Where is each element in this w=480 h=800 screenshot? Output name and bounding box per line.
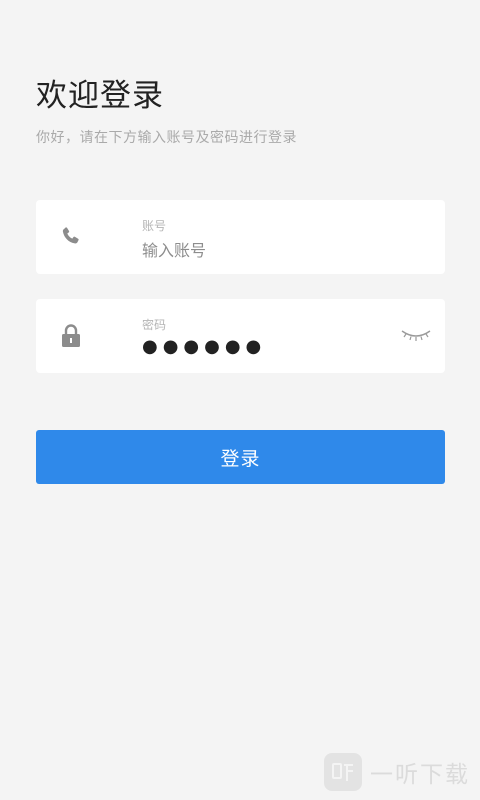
phone-icon [58, 224, 84, 250]
account-field-card[interactable]: 账号 [36, 200, 445, 274]
page-title: 欢迎登录 [36, 78, 164, 114]
page-subtitle: 你好，请在下方输入账号及密码进行登录 [36, 130, 297, 146]
watermark-logo-icon [324, 753, 362, 791]
account-input[interactable] [142, 237, 402, 263]
login-page: 欢迎登录 你好，请在下方输入账号及密码进行登录 账号 密码 ●●●●●● [0, 0, 480, 800]
login-button[interactable]: 登录 [36, 430, 445, 484]
password-label: 密码 [142, 318, 167, 332]
password-input[interactable]: ●●●●●● [142, 336, 402, 362]
watermark-text: 一听下载 [370, 762, 470, 788]
eye-closed-icon[interactable] [399, 325, 433, 345]
lock-icon [58, 323, 84, 349]
password-field-card[interactable]: 密码 ●●●●●● [36, 299, 445, 373]
watermark: 一听下载 [324, 752, 470, 792]
account-label: 账号 [142, 219, 167, 233]
